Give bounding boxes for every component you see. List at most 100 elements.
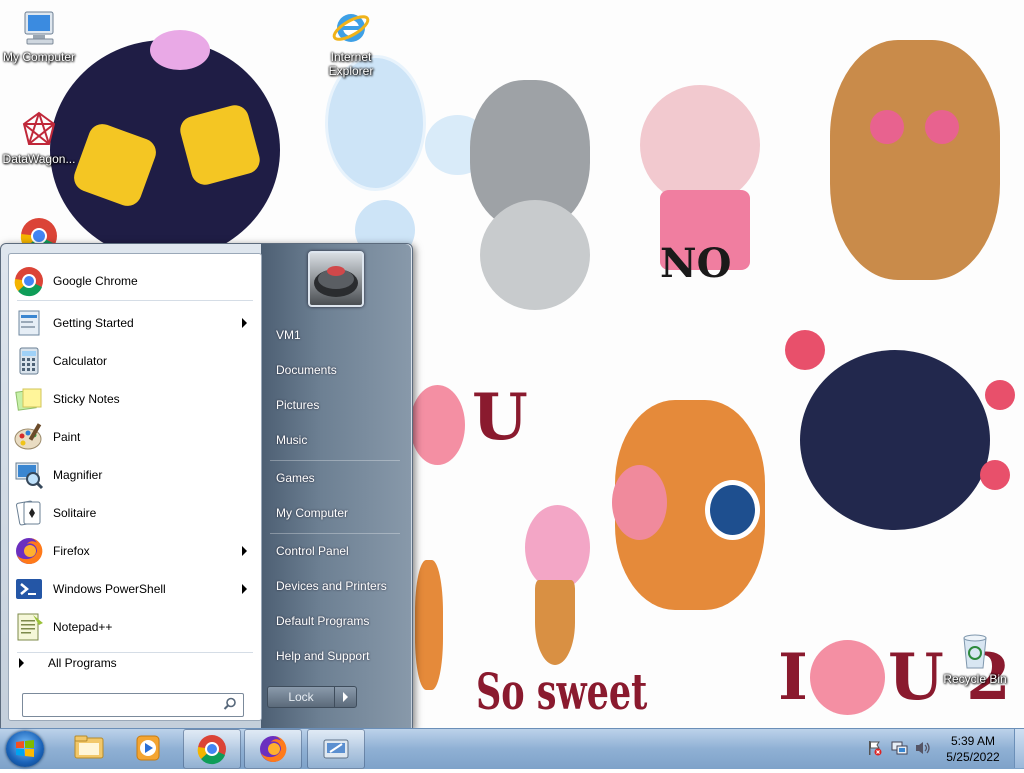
start-right-item-devices-printers[interactable]: Devices and Printers bbox=[276, 579, 387, 593]
getting-started-icon bbox=[13, 307, 45, 339]
wallpaper-orange-cat-eye bbox=[705, 480, 760, 540]
start-right-item-pictures[interactable]: Pictures bbox=[276, 398, 319, 412]
firefox-icon bbox=[13, 535, 45, 567]
user-picture[interactable] bbox=[308, 251, 364, 307]
expand-arrow-icon bbox=[19, 658, 24, 668]
solitaire-icon bbox=[13, 497, 45, 529]
start-item-label: Solitaire bbox=[53, 506, 97, 520]
taskbar-clock[interactable]: 5:39 AM 5/25/2022 bbox=[938, 733, 1008, 765]
wallpaper-hearts-cluster bbox=[980, 460, 1010, 490]
start-right-item-documents[interactable]: Documents bbox=[276, 363, 337, 377]
wallpaper-u-text: U bbox=[472, 380, 528, 455]
start-menu-divider bbox=[17, 300, 253, 301]
desktop-icon-datawagon[interactable]: DataWagon... bbox=[0, 110, 78, 166]
desktop-icon-label: My Computer bbox=[2, 50, 76, 64]
network-icon[interactable] bbox=[891, 740, 909, 761]
recycle-bin-icon bbox=[955, 630, 995, 670]
desktop-icon-recycle-bin[interactable]: Recycle Bin bbox=[936, 630, 1014, 686]
start-right-item-games[interactable]: Games bbox=[276, 471, 315, 485]
desktop-icon-my-computer[interactable]: My Computer bbox=[0, 8, 78, 64]
wallpaper-orange-tail bbox=[415, 560, 443, 690]
desktop-icon-label: DataWagon... bbox=[2, 152, 76, 166]
taskbar-firefox-button[interactable] bbox=[244, 729, 302, 769]
wallpaper-hearts-cluster bbox=[785, 330, 825, 370]
submenu-arrow-icon bbox=[242, 584, 247, 594]
start-right-item-control-panel[interactable]: Control Panel bbox=[276, 544, 349, 558]
desktop-icon-label: Recycle Bin bbox=[943, 672, 1007, 686]
windows-logo-icon bbox=[16, 740, 34, 757]
start-item-google-chrome[interactable]: Google Chrome bbox=[13, 264, 257, 298]
start-item-label: Calculator bbox=[53, 354, 108, 368]
calculator-icon bbox=[13, 345, 45, 377]
start-item-firefox[interactable]: Firefox bbox=[13, 534, 257, 568]
submenu-arrow-icon bbox=[242, 546, 247, 556]
start-button[interactable] bbox=[6, 731, 44, 767]
desktop-icon-internet-explorer[interactable]: Internet Explorer bbox=[312, 8, 390, 78]
start-item-sticky-notes[interactable]: Sticky Notes bbox=[13, 382, 257, 416]
action-center-flag-icon[interactable] bbox=[866, 740, 882, 761]
explorer-icon bbox=[74, 735, 104, 759]
wallpaper-ice-cream-sticker bbox=[525, 505, 590, 590]
start-item-magnifier[interactable]: Magnifier bbox=[13, 458, 257, 492]
paint-icon bbox=[13, 421, 45, 453]
start-item-label: Getting Started bbox=[53, 316, 134, 330]
wallpaper-dark-cat-sticker bbox=[800, 350, 990, 530]
taskbar-explorer-button[interactable] bbox=[61, 729, 117, 767]
search-icon[interactable] bbox=[223, 697, 237, 716]
powershell-icon bbox=[13, 573, 45, 605]
wallpaper-squirrel-eye bbox=[925, 110, 959, 144]
lock-button[interactable]: Lock bbox=[267, 686, 335, 708]
taskbar-remote-desktop-button[interactable] bbox=[307, 729, 365, 769]
start-right-item-help-support[interactable]: Help and Support bbox=[276, 649, 369, 663]
media-player-icon bbox=[136, 735, 160, 761]
start-right-item-default-programs[interactable]: Default Programs bbox=[276, 614, 369, 628]
search-field[interactable] bbox=[27, 694, 221, 716]
sticky-notes-icon bbox=[13, 383, 45, 415]
wallpaper-squirrel-sticker bbox=[830, 40, 1000, 280]
start-right-divider bbox=[270, 460, 400, 461]
internet-explorer-icon bbox=[331, 8, 371, 48]
datawagon-icon bbox=[19, 110, 59, 150]
wallpaper-ice-cream-cone bbox=[535, 580, 575, 665]
wallpaper-raccoon-body bbox=[480, 200, 590, 310]
all-programs-button[interactable]: All Programs bbox=[19, 656, 117, 670]
notepadpp-icon bbox=[13, 611, 45, 643]
start-item-label: Windows PowerShell bbox=[53, 582, 166, 596]
volume-icon[interactable] bbox=[914, 740, 932, 761]
wallpaper-pink-heart bbox=[410, 385, 465, 465]
wallpaper-no-text: NO bbox=[660, 240, 732, 287]
wallpaper-squirrel-eye bbox=[870, 110, 904, 144]
start-item-paint[interactable]: Paint bbox=[13, 420, 257, 454]
start-search-input[interactable] bbox=[22, 693, 244, 717]
start-item-label: Paint bbox=[53, 430, 81, 444]
start-item-label: Google Chrome bbox=[53, 274, 138, 288]
start-item-getting-started[interactable]: Getting Started bbox=[13, 306, 257, 340]
start-item-solitaire[interactable]: Solitaire bbox=[13, 496, 257, 530]
wallpaper-i-text: I bbox=[778, 640, 808, 715]
chrome-icon bbox=[197, 735, 226, 765]
start-item-label: Sticky Notes bbox=[53, 392, 120, 406]
show-desktop-button[interactable] bbox=[1014, 729, 1024, 768]
all-programs-label: All Programs bbox=[48, 656, 117, 670]
desktop-icon-label: Internet Explorer bbox=[328, 50, 374, 78]
submenu-arrow-icon bbox=[242, 318, 247, 328]
wallpaper-bow bbox=[150, 30, 210, 70]
start-item-notepadpp[interactable]: Notepad++ bbox=[13, 610, 257, 644]
wallpaper-so-sweet-text: So sweet bbox=[476, 662, 648, 721]
start-item-calculator[interactable]: Calculator bbox=[13, 344, 257, 378]
start-right-item-my-computer[interactable]: My Computer bbox=[276, 506, 348, 520]
firefox-icon bbox=[260, 735, 287, 762]
start-right-item-vm1[interactable]: VM1 bbox=[276, 328, 301, 342]
wallpaper-hearts-cluster bbox=[985, 380, 1015, 410]
taskbar-media-player-button[interactable] bbox=[120, 729, 176, 767]
shutdown-options-arrow[interactable] bbox=[334, 686, 357, 708]
taskbar-chrome-button[interactable] bbox=[183, 729, 241, 769]
start-item-label: Notepad++ bbox=[53, 620, 113, 634]
wallpaper-orange-cat-heart bbox=[612, 465, 667, 540]
start-right-divider bbox=[270, 533, 400, 534]
magnifier-icon bbox=[13, 459, 45, 491]
start-right-item-music[interactable]: Music bbox=[276, 433, 307, 447]
start-item-windows-powershell[interactable]: Windows PowerShell bbox=[13, 572, 257, 606]
clock-date: 5/25/2022 bbox=[946, 750, 1000, 764]
wallpaper-hourglass-sticker bbox=[640, 85, 760, 205]
